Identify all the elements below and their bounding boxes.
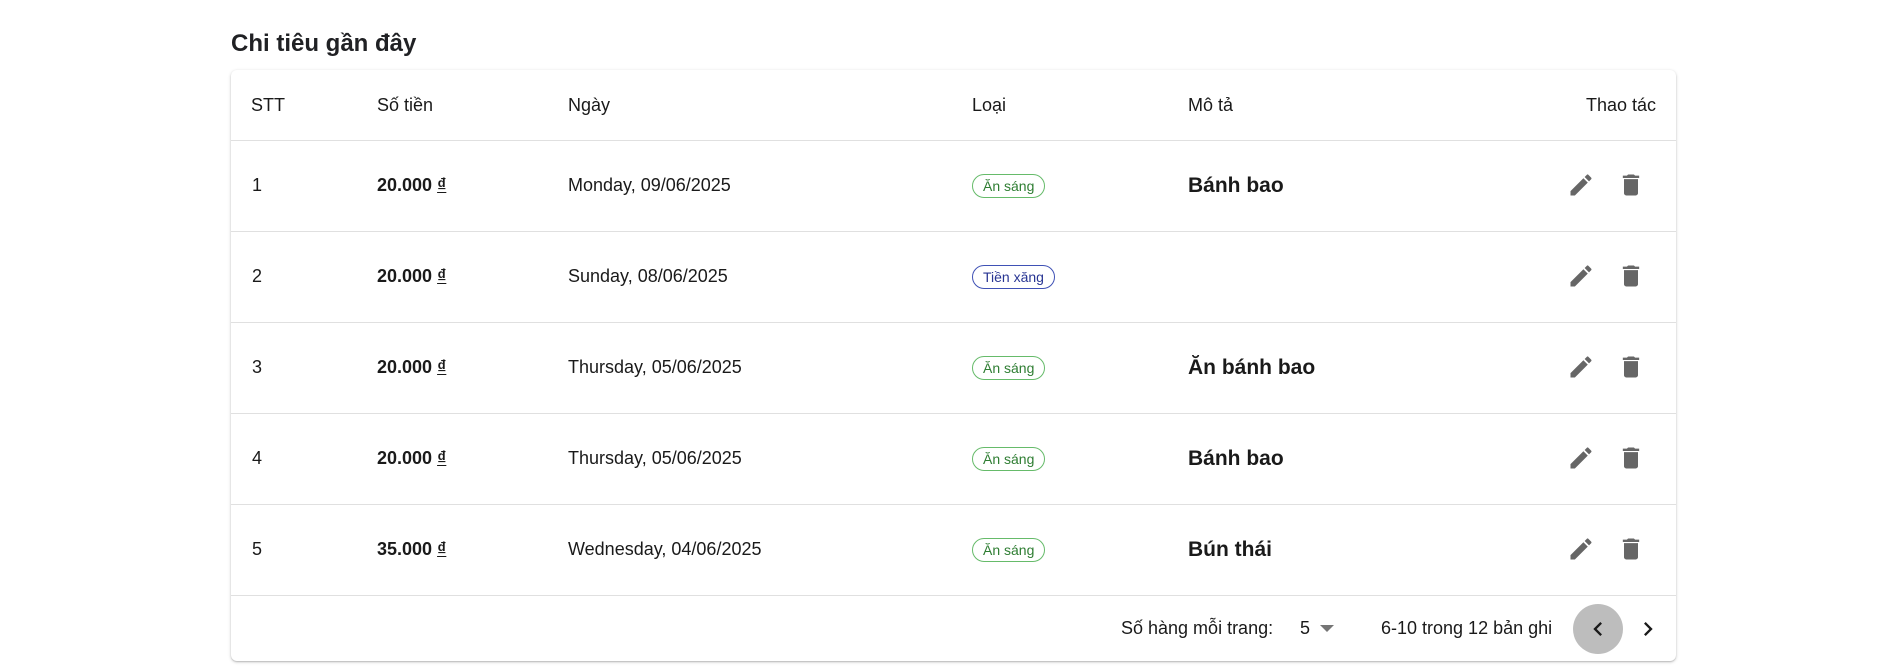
trash-icon	[1617, 444, 1645, 472]
table-header: STT Số tiền Ngày Loại Mô tả Thao tác	[231, 70, 1676, 141]
row-date: Thursday, 05/06/2025	[568, 357, 742, 377]
header-date: Ngày	[568, 95, 611, 115]
table-row: 2 20.000 ₫ Sunday, 08/06/2025 Tiền xăng	[231, 231, 1676, 323]
delete-button[interactable]	[1615, 351, 1647, 383]
row-category: Ăn sáng	[972, 322, 1046, 413]
category-chip: Ăn sáng	[972, 173, 1046, 198]
currency-symbol: ₫	[437, 357, 447, 377]
row-amount: 20.000 ₫	[377, 322, 446, 413]
rows-per-page-select[interactable]: 5	[1300, 596, 1335, 661]
row-stt: 5	[252, 539, 263, 559]
category-chip: Ăn sáng	[972, 355, 1046, 380]
caret-down-icon	[1320, 625, 1335, 632]
category-chip: Tiền xăng	[972, 264, 1055, 289]
category-chip: Ăn sáng	[972, 446, 1046, 471]
section-title: Chi tiêu gần đây	[231, 30, 417, 57]
delete-button[interactable]	[1615, 260, 1647, 292]
currency-symbol: ₫	[437, 266, 447, 286]
amount-value: 20.000	[377, 175, 433, 195]
row-date: Monday, 09/06/2025	[568, 175, 731, 195]
trash-icon	[1617, 262, 1645, 290]
trash-icon	[1617, 353, 1645, 381]
row-amount: 35.000 ₫	[377, 504, 446, 595]
table-row: 5 35.000 ₫ Wednesday, 04/06/2025 Ăn sáng Bún…	[231, 504, 1676, 596]
row-category: Ăn sáng	[972, 413, 1046, 504]
edit-icon	[1567, 262, 1595, 290]
currency-symbol: ₫	[437, 539, 447, 559]
row-category: Tiền xăng	[972, 231, 1055, 322]
header-description: Mô tả	[1188, 95, 1234, 115]
row-amount: 20.000 ₫	[377, 413, 446, 504]
amount-value: 20.000	[377, 266, 433, 286]
header-amount: Số tiền	[377, 95, 434, 115]
edit-icon	[1567, 353, 1595, 381]
pagination-range: 6-10 trong 12 bản ghi	[1381, 618, 1553, 638]
table-pagination: Số hàng mỗi trang: 5 6-10 trong 12 bản g…	[231, 596, 1676, 661]
trash-icon	[1617, 171, 1645, 199]
row-amount: 20.000 ₫	[377, 231, 446, 322]
previous-page-button[interactable]	[1573, 604, 1623, 654]
rows-per-page-value: 5	[1300, 618, 1311, 638]
row-category: Ăn sáng	[972, 504, 1046, 595]
table-row: 3 20.000 ₫ Thursday, 05/06/2025 Ăn sáng Ăn b…	[231, 322, 1676, 414]
row-description: Bún thái	[1188, 538, 1272, 561]
header-stt: STT	[251, 95, 285, 115]
header-category: Loại	[972, 95, 1007, 115]
category-chip: Ăn sáng	[972, 537, 1046, 562]
edit-icon	[1567, 535, 1595, 563]
row-category: Ăn sáng	[972, 140, 1046, 231]
amount-value: 20.000	[377, 448, 433, 468]
currency-symbol: ₫	[437, 175, 447, 195]
edit-button[interactable]	[1565, 260, 1597, 292]
amount-value: 20.000	[377, 357, 433, 377]
expenses-table-card: STT Số tiền Ngày Loại Mô tả Thao tác 1 20…	[231, 70, 1676, 661]
row-date: Sunday, 08/06/2025	[568, 266, 728, 286]
edit-button[interactable]	[1565, 533, 1597, 565]
row-stt: 4	[252, 448, 263, 468]
row-stt: 3	[252, 357, 263, 377]
edit-button[interactable]	[1565, 351, 1597, 383]
delete-button[interactable]	[1615, 169, 1647, 201]
row-date: Wednesday, 04/06/2025	[568, 539, 762, 559]
row-stt: 1	[252, 175, 263, 195]
table-row: 1 20.000 ₫ Monday, 09/06/2025 Ăn sáng Bánh b…	[231, 140, 1676, 232]
chevron-left-icon	[1584, 615, 1612, 643]
edit-button[interactable]	[1565, 442, 1597, 474]
delete-button[interactable]	[1615, 442, 1647, 474]
row-description: Bánh bao	[1188, 447, 1284, 470]
header-actions: Thao tác	[1585, 95, 1656, 115]
amount-value: 35.000	[377, 539, 433, 559]
row-stt: 2	[252, 266, 263, 286]
edit-icon	[1567, 171, 1595, 199]
next-page-button[interactable]	[1623, 604, 1673, 654]
table-row: 4 20.000 ₫ Thursday, 05/06/2025 Ăn sáng Bánh…	[231, 413, 1676, 505]
delete-button[interactable]	[1615, 533, 1647, 565]
trash-icon	[1617, 535, 1645, 563]
row-date: Thursday, 05/06/2025	[568, 448, 742, 468]
currency-symbol: ₫	[437, 448, 447, 468]
edit-button[interactable]	[1565, 169, 1597, 201]
chevron-right-icon	[1634, 615, 1662, 643]
rows-per-page-label: Số hàng mỗi trang:	[1121, 618, 1274, 638]
edit-icon	[1567, 444, 1595, 472]
row-amount: 20.000 ₫	[377, 140, 446, 231]
row-description: Bánh bao	[1188, 174, 1284, 197]
row-description: Ăn bánh bao	[1188, 356, 1316, 379]
